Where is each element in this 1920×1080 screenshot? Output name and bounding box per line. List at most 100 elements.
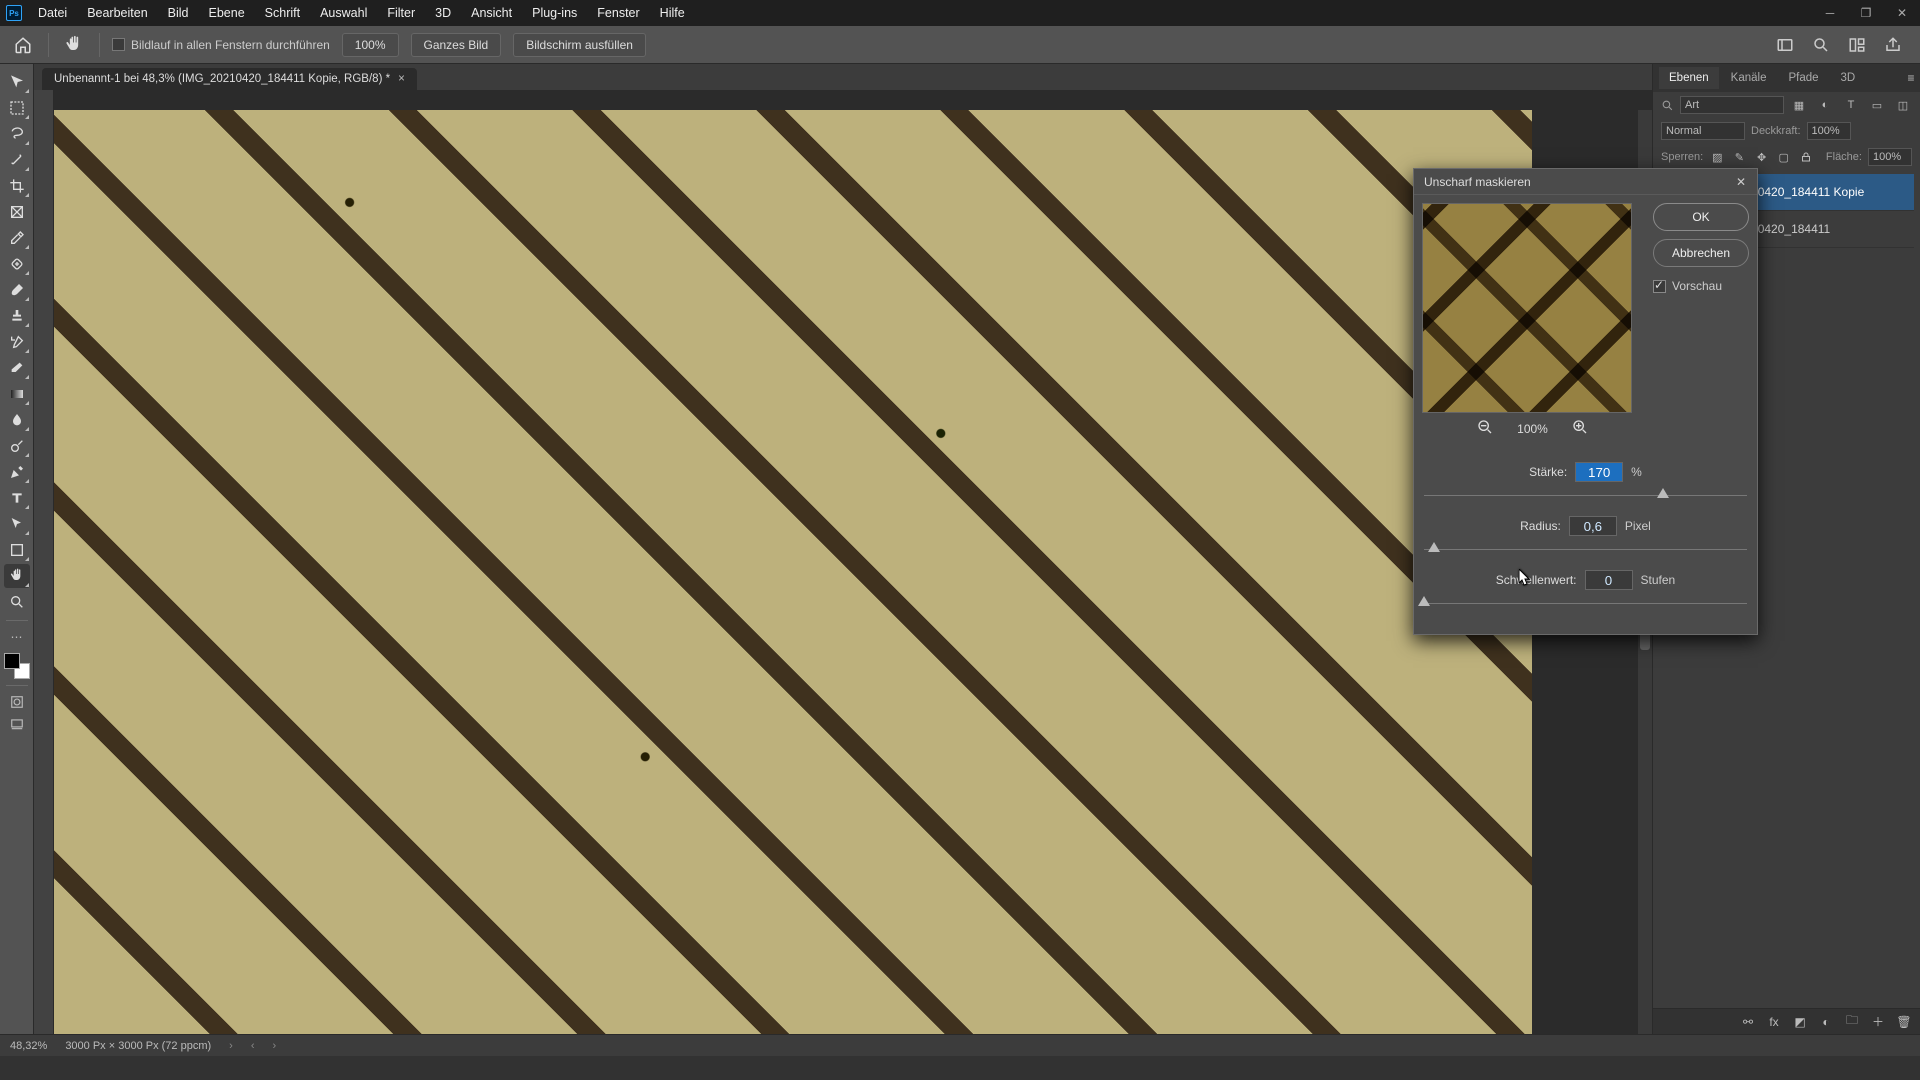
lock-transparent-icon[interactable]: ▨: [1709, 148, 1725, 166]
hand-tool-icon[interactable]: [61, 32, 87, 58]
stamp-tool[interactable]: [4, 304, 30, 328]
dialog-close-icon[interactable]: ✕: [1731, 172, 1751, 192]
healing-tool[interactable]: [4, 252, 30, 276]
brush-tool[interactable]: [4, 278, 30, 302]
panel-menu-icon[interactable]: ≡: [1902, 69, 1920, 87]
workspace-icon[interactable]: [1846, 34, 1868, 56]
menu-fenster[interactable]: Fenster: [587, 0, 649, 26]
menu-ansicht[interactable]: Ansicht: [461, 0, 522, 26]
hand-tool[interactable]: [4, 564, 30, 588]
filter-pixel-icon[interactable]: ▦: [1790, 96, 1808, 114]
radius-slider[interactable]: [1424, 542, 1747, 556]
preview-checkbox[interactable]: Vorschau: [1653, 279, 1749, 293]
frame-tool[interactable]: [4, 200, 30, 224]
eyedropper-tool[interactable]: [4, 226, 30, 250]
tab-3d[interactable]: 3D: [1831, 67, 1866, 89]
filter-type-icon[interactable]: T: [1842, 96, 1860, 114]
amount-slider[interactable]: [1424, 488, 1747, 502]
maximize-button[interactable]: ❐: [1848, 0, 1884, 26]
dialog-titlebar[interactable]: Unscharf maskieren ✕: [1414, 169, 1757, 195]
home-icon[interactable]: [10, 32, 36, 58]
screen-mode-button[interactable]: [4, 714, 30, 734]
opacity-field[interactable]: 100%: [1807, 122, 1851, 140]
layer-mask-icon[interactable]: ◩: [1792, 1014, 1808, 1030]
dialog-preview-image[interactable]: [1422, 203, 1632, 413]
lock-all-icon[interactable]: [1798, 148, 1814, 166]
threshold-field[interactable]: [1585, 570, 1633, 590]
menu-bearbeiten[interactable]: Bearbeiten: [77, 0, 157, 26]
scroll-all-windows-checkbox[interactable]: Bildlauf in allen Fenstern durchführen: [112, 38, 330, 52]
adjustment-layer-icon[interactable]: ◐: [1818, 1014, 1834, 1030]
document-info[interactable]: 3000 Px × 3000 Px (72 ppcm): [65, 1040, 211, 1052]
layer-style-icon[interactable]: fx: [1766, 1014, 1782, 1030]
status-right-icon[interactable]: ›: [273, 1040, 277, 1052]
dodge-tool[interactable]: [4, 434, 30, 458]
new-layer-icon[interactable]: ＋: [1870, 1014, 1886, 1030]
magic-wand-tool[interactable]: [4, 148, 30, 172]
filter-adjust-icon[interactable]: ◐: [1816, 96, 1834, 114]
path-select-tool[interactable]: [4, 512, 30, 536]
layer-filter-field[interactable]: Art: [1680, 96, 1784, 114]
tab-paths[interactable]: Pfade: [1778, 67, 1828, 89]
menu-auswahl[interactable]: Auswahl: [310, 0, 377, 26]
shape-tool[interactable]: [4, 538, 30, 562]
edit-toolbar-button[interactable]: ⋯: [4, 627, 30, 647]
move-tool[interactable]: [4, 70, 30, 94]
close-tab-icon[interactable]: ×: [398, 73, 405, 85]
menu-hilfe[interactable]: Hilfe: [650, 0, 695, 26]
lasso-tool[interactable]: [4, 122, 30, 146]
cancel-button[interactable]: Abbrechen: [1653, 239, 1749, 267]
fit-screen-button[interactable]: Ganzes Bild: [411, 33, 502, 57]
color-swatches[interactable]: [4, 653, 30, 679]
group-icon[interactable]: 🗀: [1844, 1014, 1860, 1030]
pen-tool[interactable]: [4, 460, 30, 484]
link-layers-icon[interactable]: ⚯: [1740, 1014, 1756, 1030]
quick-mask-button[interactable]: [4, 692, 30, 712]
history-brush-tool[interactable]: [4, 330, 30, 354]
zoom-level[interactable]: 48,32%: [10, 1040, 47, 1052]
blend-mode-select[interactable]: Normal: [1661, 122, 1745, 140]
image-surface[interactable]: [54, 110, 1532, 1034]
gradient-tool[interactable]: [4, 382, 30, 406]
menu-plugins[interactable]: Plug-ins: [522, 0, 587, 26]
crop-tool[interactable]: [4, 174, 30, 198]
zoom-100-button[interactable]: 100%: [342, 33, 399, 57]
menu-ebene[interactable]: Ebene: [199, 0, 255, 26]
zoom-tool[interactable]: [4, 590, 30, 614]
minimize-button[interactable]: ─: [1812, 0, 1848, 26]
lock-artboard-icon[interactable]: ▢: [1776, 148, 1792, 166]
zoom-out-icon[interactable]: [1477, 419, 1493, 438]
radius-field[interactable]: [1569, 516, 1617, 536]
lock-move-icon[interactable]: ✥: [1753, 148, 1769, 166]
menu-filter[interactable]: Filter: [377, 0, 425, 26]
menu-3d[interactable]: 3D: [425, 0, 461, 26]
menu-datei[interactable]: Datei: [28, 0, 77, 26]
status-left-icon[interactable]: ‹: [251, 1040, 255, 1052]
doc-info-chevron-icon[interactable]: ›: [229, 1040, 233, 1052]
threshold-label: Schwellenwert:: [1496, 573, 1577, 587]
marquee-tool[interactable]: [4, 96, 30, 120]
tab-channels[interactable]: Kanäle: [1721, 67, 1777, 89]
threshold-slider[interactable]: [1424, 596, 1747, 610]
zoom-in-icon[interactable]: [1572, 419, 1588, 438]
share-icon[interactable]: [1882, 34, 1904, 56]
tab-layers[interactable]: Ebenen: [1659, 67, 1719, 89]
amount-field[interactable]: [1575, 462, 1623, 482]
ok-button[interactable]: OK: [1653, 203, 1749, 231]
close-window-button[interactable]: ✕: [1884, 0, 1920, 26]
blur-tool[interactable]: [4, 408, 30, 432]
delete-layer-icon[interactable]: 🗑: [1896, 1014, 1912, 1030]
document-tab[interactable]: Unbenannt-1 bei 48,3% (IMG_20210420_1844…: [42, 68, 417, 90]
filter-smart-icon[interactable]: ◫: [1894, 96, 1912, 114]
cloud-docs-icon[interactable]: [1774, 34, 1796, 56]
filter-shape-icon[interactable]: ▭: [1868, 96, 1886, 114]
menu-bild[interactable]: Bild: [158, 0, 199, 26]
menu-schrift[interactable]: Schrift: [255, 0, 310, 26]
fill-screen-button[interactable]: Bildschirm ausfüllen: [513, 33, 646, 57]
ruler-vertical[interactable]: [34, 110, 54, 1034]
eraser-tool[interactable]: [4, 356, 30, 380]
fill-field[interactable]: 100%: [1868, 148, 1912, 166]
type-tool[interactable]: [4, 486, 30, 510]
search-icon[interactable]: [1810, 34, 1832, 56]
lock-paint-icon[interactable]: ✎: [1731, 148, 1747, 166]
